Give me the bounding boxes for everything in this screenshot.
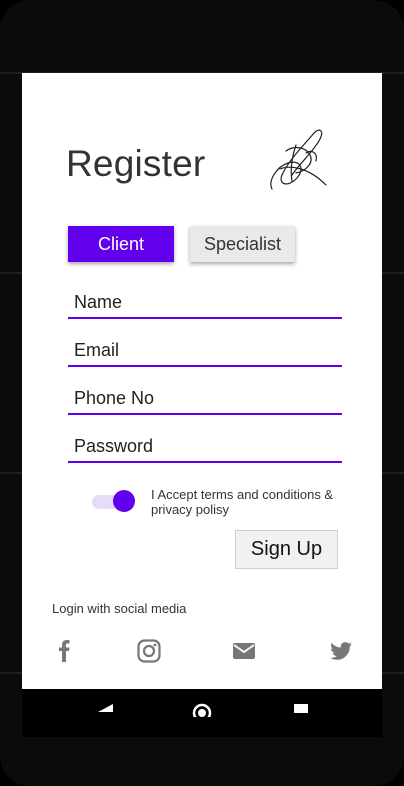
toggle-thumb	[113, 490, 135, 512]
register-screen: Register Client Specialist I Accept term…	[22, 73, 382, 689]
back-icon[interactable]	[94, 701, 116, 717]
phone-input[interactable]	[68, 383, 342, 415]
twitter-icon[interactable]	[328, 638, 354, 664]
home-icon[interactable]	[190, 701, 214, 717]
terms-label: I Accept terms and conditions & privacy …	[151, 487, 334, 517]
email-input[interactable]	[68, 335, 342, 367]
client-tab-button[interactable]: Client	[68, 226, 174, 262]
social-login-label: Login with social media	[52, 601, 187, 616]
specialist-tab-button[interactable]: Specialist	[190, 226, 295, 262]
phone-frame: Register Client Specialist I Accept term…	[0, 0, 404, 786]
password-input[interactable]	[68, 431, 342, 463]
name-input[interactable]	[68, 287, 342, 319]
mail-icon[interactable]	[231, 638, 257, 664]
sign-up-button[interactable]: Sign Up	[235, 530, 338, 569]
system-nav-bar	[22, 689, 382, 737]
logo-icon	[270, 129, 327, 190]
facebook-icon[interactable]	[53, 638, 79, 664]
terms-toggle[interactable]	[92, 489, 138, 515]
page-title: Register	[66, 143, 206, 184]
recents-icon[interactable]	[292, 701, 310, 717]
instagram-icon[interactable]	[136, 638, 162, 664]
